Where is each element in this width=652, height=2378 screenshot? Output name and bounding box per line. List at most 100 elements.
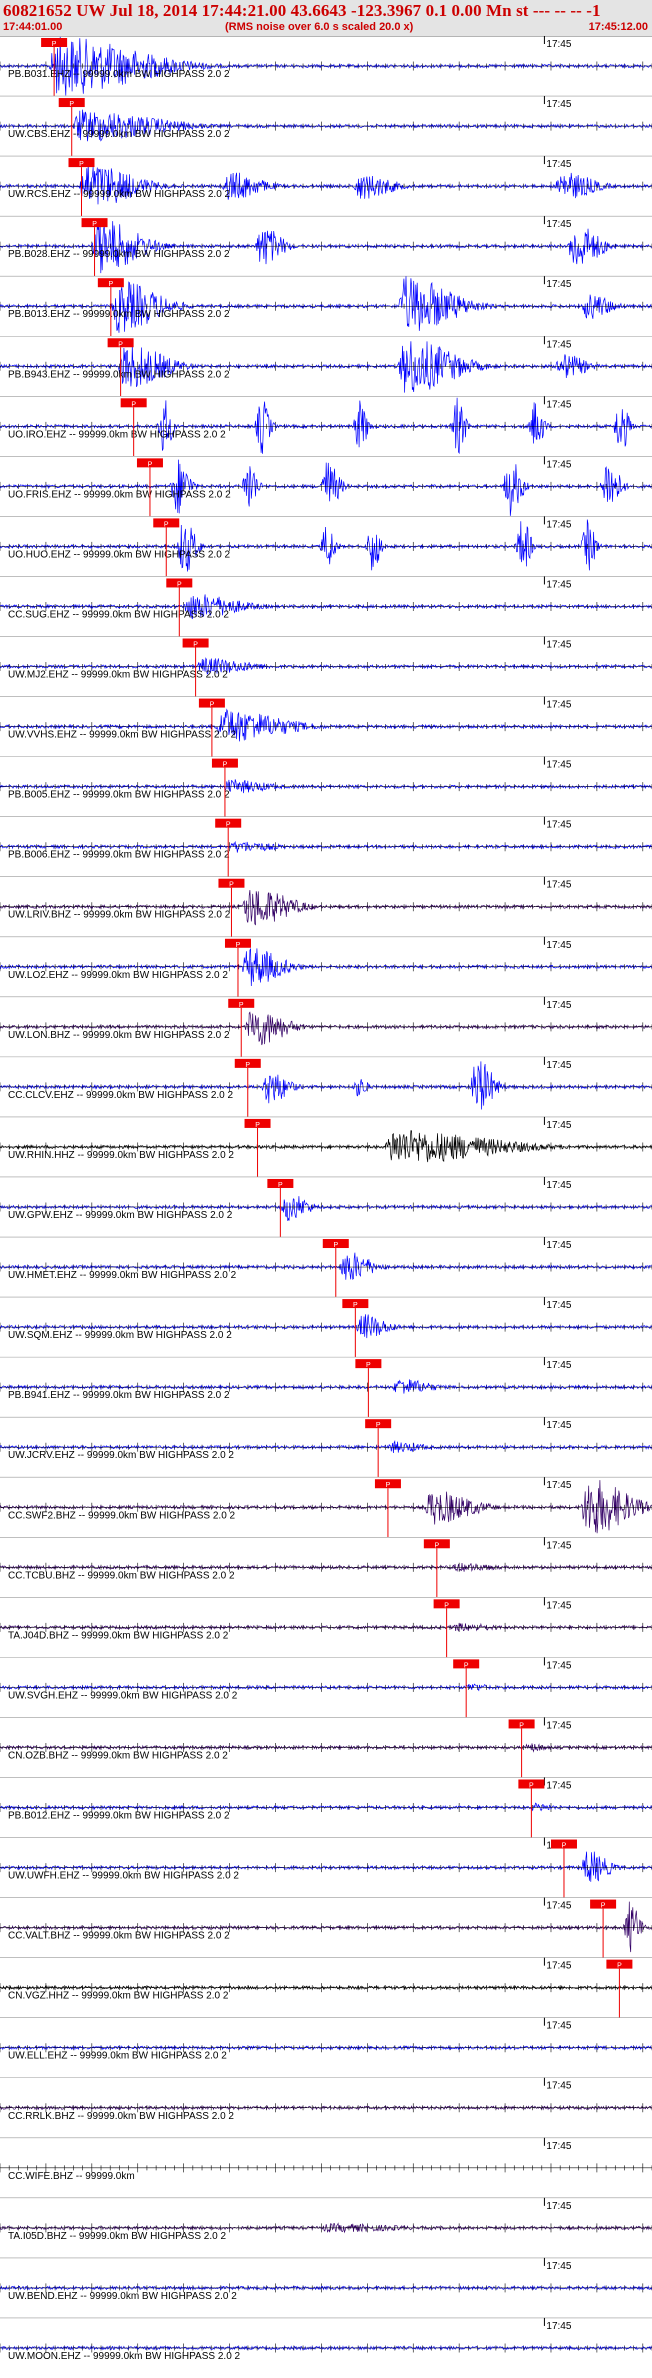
pick-label: P bbox=[131, 401, 136, 408]
trace-37: 17:45 UW.BEND.EHZ -- 99999.0km BW HIGHPAS… bbox=[0, 2257, 652, 2302]
minute-label: 17:45 bbox=[546, 2201, 571, 2212]
trace-8: 17:45 UO.HUO.EHZ -- 99999.0km BW HIGHPASS… bbox=[0, 516, 652, 577]
pick-label: P bbox=[148, 461, 153, 468]
pick-label: P bbox=[376, 1422, 381, 1429]
minute-label: 17:45 bbox=[546, 279, 571, 290]
minute-label: 17:45 bbox=[546, 1180, 571, 1191]
trace-label: UW.SQM.EHZ -- 99999.0km BW HIGHPASS 2.0 … bbox=[8, 1330, 232, 1341]
trace-38: 17:45 UW.MOON.EHZ -- 99999.0km BW HIGHPAS… bbox=[0, 2317, 652, 2362]
trace-label: UW.SVGH.EHZ -- 99999.0km BW HIGHPASS 2.0… bbox=[8, 1690, 238, 1701]
trace-35: 17:45 CC.WIFE.BHZ -- 99999.0km bbox=[0, 2137, 652, 2182]
trace-28: 17:45 CN.OZB.BHZ -- 99999.0km BW HIGHPASS… bbox=[0, 1717, 652, 1778]
trace-5: 17:45 PB.B943.EHZ -- 99999.0km BW HIGHPAS… bbox=[0, 335, 652, 397]
trace-26: 17:45 TA.J04D.BHZ -- 99999.0km BW HIGHPAS… bbox=[0, 1597, 652, 1658]
pick-label: P bbox=[229, 882, 234, 889]
trace-label: PB.B031.EHZ -- 99999.0km BW HIGHPASS 2.0… bbox=[8, 69, 230, 80]
minute-label: 17:45 bbox=[546, 820, 571, 831]
trace-label: CC.WIFE.BHZ -- 99999.0km bbox=[8, 2171, 135, 2182]
trace-label: CC.RRLK.BHZ -- 99999.0km BW HIGHPASS 2.0… bbox=[8, 2111, 234, 2122]
pick-label: P bbox=[226, 822, 231, 829]
pick-label: P bbox=[164, 521, 169, 528]
pick-label: P bbox=[435, 1542, 440, 1549]
trace-label: PB.B006.EHZ -- 99999.0km BW HIGHPASS 2.0… bbox=[8, 850, 230, 861]
trace-14: 17:45 UW.LRIV.BHZ -- 99999.0km BW HIGHPAS… bbox=[0, 876, 652, 937]
trace-4: 17:45 PB.B013.EHZ -- 99999.0km BW HIGHPAS… bbox=[0, 275, 652, 337]
minute-label: 17:45 bbox=[546, 760, 571, 771]
minute-label: 17:45 bbox=[546, 1060, 571, 1071]
minute-label: 17:45 bbox=[546, 1901, 571, 1912]
minute-label: 17:45 bbox=[546, 1600, 571, 1611]
minute-label: 17:45 bbox=[546, 2081, 571, 2092]
trace-29: 17:45 PB.B012.EHZ -- 99999.0km BW HIGHPAS… bbox=[0, 1777, 652, 1838]
trace-18: 17:45 UW.RHIN.HHZ -- 99999.0km BW HIGHPAS… bbox=[0, 1116, 652, 1177]
trace-label: UW.LO2.EHZ -- 99999.0km BW HIGHPASS 2.0 … bbox=[8, 970, 228, 981]
trace-19: 17:45 UW.GPW.EHZ -- 99999.0km BW HIGHPASS… bbox=[0, 1176, 652, 1238]
trace-label: UW.LON.BHZ -- 99999.0km BW HIGHPASS 2.0 … bbox=[8, 1030, 230, 1041]
pick-label: P bbox=[464, 1662, 469, 1669]
trace-11: 17:45 UW.VVHS.EHZ -- 99999.0km BW HIGHPAS… bbox=[0, 696, 652, 757]
pick-label: P bbox=[601, 1903, 606, 1910]
seismogram-plot: 17:45 PB.B031.EHZ -- 99999.0km BW HIGHPAS… bbox=[0, 36, 652, 2362]
trace-16: 17:45 UW.LON.BHZ -- 99999.0km BW HIGHPASS… bbox=[0, 996, 652, 1057]
trace-label: PB.B013.EHZ -- 99999.0km BW HIGHPASS 2.0… bbox=[8, 309, 230, 320]
minute-label: 17:45 bbox=[546, 39, 571, 50]
trace-33: 17:45 UW.ELL.EHZ -- 99999.0km BW HIGHPASS… bbox=[0, 2017, 652, 2062]
trace-21: 17:45 UW.SQM.EHZ -- 99999.0km BW HIGHPASS… bbox=[0, 1296, 652, 1358]
trace-label: UO.FRIS.EHZ -- 99999.0km BW HIGHPASS 2.0… bbox=[8, 489, 231, 500]
trace-label: UW.GPW.EHZ -- 99999.0km BW HIGHPASS 2.0 … bbox=[8, 1210, 233, 1221]
trace-label: CC.SUG.EHZ -- 99999.0km BW HIGHPASS 2.0 … bbox=[8, 609, 229, 620]
trace-3: 17:45 PB.B028.EHZ -- 99999.0km BW HIGHPAS… bbox=[0, 215, 652, 277]
trace-0: 17:45 PB.B031.EHZ -- 99999.0km BW HIGHPAS… bbox=[0, 36, 652, 97]
pick-label: P bbox=[529, 1782, 534, 1789]
trace-1: 17:45 UW.CBS.EHZ -- 99999.0km BW HIGHPASS… bbox=[0, 95, 652, 157]
trace-label: PB.B012.EHZ -- 99999.0km BW HIGHPASS 2.0… bbox=[8, 1811, 230, 1822]
pick-label: P bbox=[617, 1963, 622, 1970]
pick-label: P bbox=[353, 1302, 358, 1309]
pick-label: P bbox=[366, 1362, 371, 1369]
trace-15: 17:45 UW.LO2.EHZ -- 99999.0km BW HIGHPASS… bbox=[0, 936, 652, 997]
minute-label: 17:45 bbox=[546, 1360, 571, 1371]
minute-label: 17:45 bbox=[546, 99, 571, 110]
trace-7: 17:45 UO.FRIS.EHZ -- 99999.0km BW HIGHPAS… bbox=[0, 456, 652, 517]
minute-label: 17:45 bbox=[546, 940, 571, 951]
end-time: 17:45:12.00 bbox=[588, 21, 648, 33]
pick-label: P bbox=[239, 1002, 244, 1009]
minute-label: 17:45 bbox=[546, 1961, 571, 1972]
trace-10: 17:45UW.MJ2.EHZ -- 99999.0km BW HIGHPASS… bbox=[0, 636, 652, 697]
minute-label: 17:45 bbox=[546, 459, 571, 470]
minute-label: 17:45 bbox=[546, 2321, 571, 2332]
trace-22: 17:45 PB.B941.EHZ -- 99999.0km BW HIGHPAS… bbox=[0, 1356, 652, 1418]
trace-24: 17:45 CC.SWF2.BHZ -- 99999.0km BW HIGHPAS… bbox=[0, 1476, 652, 1538]
trace-34: 17:45 CC.RRLK.BHZ -- 99999.0km BW HIGHPAS… bbox=[0, 2077, 652, 2122]
pick-label: P bbox=[519, 1722, 524, 1729]
trace-31: 17:45 CC.VALT.BHZ -- 99999.0km BW HIGHPAS… bbox=[0, 1897, 652, 1958]
trace-label: CN.OZB.BHZ -- 99999.0km BW HIGHPASS 2.0 … bbox=[8, 1750, 228, 1761]
minute-label: 17:45 bbox=[546, 1240, 571, 1251]
trace-label: UW.CBS.EHZ -- 99999.0km BW HIGHPASS 2.0 … bbox=[8, 129, 230, 140]
minute-label: 17:45 bbox=[546, 880, 571, 891]
minute-label: 17:45 bbox=[546, 640, 571, 651]
trace-36: 17:45 TA.I05D.BHZ -- 99999.0km BW HIGHPAS… bbox=[0, 2197, 652, 2242]
trace-label: PB.B941.EHZ -- 99999.0km BW HIGHPASS 2.0… bbox=[8, 1390, 230, 1401]
minute-label: 17:45 bbox=[546, 579, 571, 590]
pick-label: P bbox=[278, 1182, 283, 1189]
minute-label: 17:45 bbox=[546, 2021, 571, 2032]
trace-13: 17:45 PB.B006.EHZ -- 99999.0km BW HIGHPAS… bbox=[0, 816, 652, 877]
trace-label: UW.UWFH.EHZ -- 99999.0km BW HIGHPASS 2.0… bbox=[8, 1871, 239, 1882]
start-time: 17:44:01.00 bbox=[3, 21, 63, 33]
pick-label: P bbox=[118, 341, 123, 348]
trace-label: UW.VVHS.EHZ -- 99999.0km BW HIGHPASS 2.0… bbox=[8, 730, 237, 741]
rms-note: (RMS noise over 6.0 s scaled 20.0 x) bbox=[225, 21, 414, 33]
trace-label: UW.MOON.EHZ -- 99999.0km BW HIGHPASS 2.0… bbox=[8, 2351, 241, 2362]
pick-label: P bbox=[236, 942, 241, 949]
minute-label: 17:45 bbox=[546, 399, 571, 410]
trace-30: 17:45UW.UWFH.EHZ -- 99999.0km BW HIGHPAS… bbox=[0, 1837, 652, 1898]
trace-label: CC.SWF2.BHZ -- 99999.0km BW HIGHPASS 2.0… bbox=[8, 1510, 236, 1521]
pick-label: P bbox=[92, 221, 97, 228]
trace-label: PB.B005.EHZ -- 99999.0km BW HIGHPASS 2.0… bbox=[8, 790, 230, 801]
trace-label: UW.JCRV.EHZ -- 99999.0km BW HIGHPASS 2.0… bbox=[8, 1450, 234, 1461]
trace-label: UW.ELL.EHZ -- 99999.0km BW HIGHPASS 2.0 … bbox=[8, 2051, 227, 2062]
pick-label: P bbox=[109, 281, 114, 288]
trace-label: UW.RCS.EHZ -- 99999.0km BW HIGHPASS 2.0 … bbox=[8, 189, 231, 200]
minute-label: 17:45 bbox=[546, 1420, 571, 1431]
